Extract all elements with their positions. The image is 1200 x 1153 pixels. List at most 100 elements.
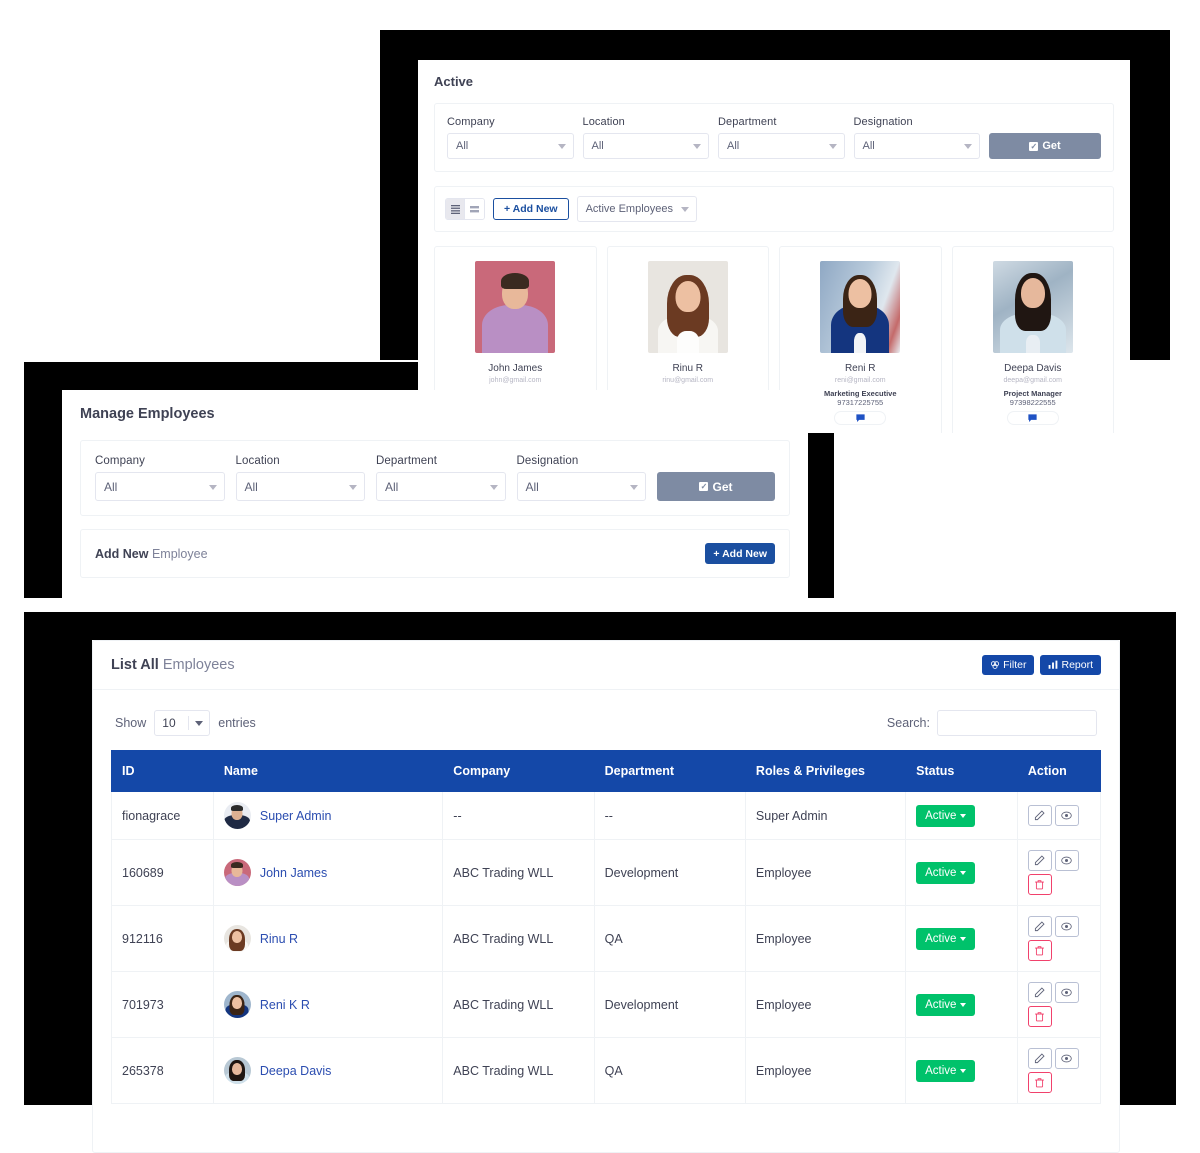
cell-department: Development	[593, 839, 746, 906]
manage-get-button-label: Get	[712, 479, 733, 494]
cell-name: Super Admin	[212, 791, 444, 840]
cell-action	[1016, 791, 1102, 840]
delete-icon[interactable]	[1027, 1072, 1052, 1093]
chevron-down-icon	[960, 936, 967, 941]
active-panel-title: Active	[434, 74, 474, 89]
column-department: Department	[593, 750, 746, 792]
manage-filter-location-select[interactable]: All	[235, 472, 365, 501]
list-view-icon[interactable]	[446, 199, 465, 219]
view-icon[interactable]	[1054, 1048, 1079, 1069]
table-body: fionagrace Super Admin -- -- Super Admin…	[111, 791, 1102, 1104]
status-badge[interactable]: Active	[916, 804, 976, 827]
add-new-employee-button[interactable]: + Add New	[705, 543, 775, 564]
add-new-employee-label-bold: Add New	[95, 546, 149, 561]
employee-card[interactable]: Deepa Davis deepa@gmail.com Project Mana…	[951, 246, 1114, 433]
employee-email: deepa@gmail.com	[1003, 377, 1062, 384]
manage-get-button[interactable]: ✓ Get	[657, 472, 775, 501]
cell-status: Active	[905, 971, 1018, 1038]
get-button-label: Get	[1042, 140, 1061, 152]
edit-icon[interactable]	[1027, 850, 1052, 871]
status-badge[interactable]: Active	[916, 861, 976, 884]
filter-designation: Designation All	[853, 116, 980, 159]
add-new-employee-label: Add New Employee	[95, 547, 208, 561]
employee-email: rinu@gmail.com	[662, 377, 714, 384]
table-row: 265378 Deepa Davis ABC Trading WLL QA Em…	[111, 1037, 1102, 1104]
employee-name-link[interactable]: Reni K R	[260, 998, 310, 1012]
delete-icon[interactable]	[1027, 874, 1052, 895]
view-icon[interactable]	[1054, 982, 1079, 1003]
cell-status: Active	[905, 791, 1018, 840]
cell-role: Employee	[744, 905, 907, 972]
status-badge-label: Active	[925, 932, 957, 945]
status-badge[interactable]: Active	[916, 993, 976, 1016]
cell-role: Employee	[744, 839, 907, 906]
show-label: Show	[115, 716, 147, 730]
add-new-button[interactable]: + Add New	[493, 198, 569, 220]
manage-filter-designation-select[interactable]: All	[516, 472, 646, 501]
employee-photo	[647, 261, 728, 353]
active-toolbar: + Add New Active Employees	[434, 186, 1114, 232]
manage-filter-company-select[interactable]: All	[95, 472, 225, 501]
manage-filter-department-value: All	[385, 479, 399, 494]
list-panel-title: List All Employees	[111, 657, 235, 673]
table-row: 160689 John James ABC Trading WLL Develo…	[111, 839, 1102, 906]
list-header: List All Employees Filter Report	[93, 641, 1119, 690]
filter-company-select[interactable]: All	[447, 133, 574, 159]
cell-name: John James	[212, 839, 444, 906]
status-badge[interactable]: Active	[916, 1059, 976, 1082]
view-icon[interactable]	[1054, 805, 1079, 826]
active-filter-bar: Company All Location All Department All	[434, 103, 1114, 172]
manage-filter-department-select[interactable]: All	[376, 472, 506, 501]
employee-name-link[interactable]: John James	[260, 866, 327, 880]
filter-department-select[interactable]: All	[718, 133, 845, 159]
edit-icon[interactable]	[1027, 916, 1052, 937]
employee-name-link[interactable]: Deepa Davis	[260, 1064, 332, 1078]
entries-label: entries	[218, 716, 256, 730]
chevron-down-icon	[489, 484, 498, 490]
cell-role: Employee	[744, 971, 907, 1038]
manage-filter-company-value: All	[104, 479, 118, 494]
table-controls: Show 10 entries Search:	[93, 690, 1119, 750]
avatar	[223, 802, 251, 829]
employee-name-link[interactable]: Super Admin	[260, 809, 332, 823]
table-row: 912116 Rinu R ABC Trading WLL QA Employe…	[111, 905, 1102, 972]
column-status: Status	[905, 750, 1018, 792]
chevron-down-icon	[693, 144, 701, 149]
report-icon	[1049, 660, 1058, 669]
get-button[interactable]: ✓ Get	[989, 133, 1101, 159]
filter-button-label: Filter	[1003, 659, 1027, 671]
edit-icon[interactable]	[1027, 1048, 1052, 1069]
employee-name: John James	[488, 363, 543, 374]
edit-icon[interactable]	[1027, 982, 1052, 1003]
filter-company-value: All	[456, 140, 469, 152]
filter-designation-select[interactable]: All	[853, 133, 980, 159]
filter-button[interactable]: Filter	[982, 655, 1035, 675]
page-length-select[interactable]: 10	[154, 710, 211, 736]
cell-status: Active	[905, 905, 1018, 972]
status-badge[interactable]: Active	[916, 927, 976, 950]
message-button[interactable]	[834, 411, 887, 425]
avatar	[223, 925, 251, 952]
view-icon[interactable]	[1054, 850, 1079, 871]
cell-department: Development	[593, 971, 746, 1038]
employee-name-link[interactable]: Rinu R	[260, 932, 298, 946]
chat-icon	[856, 413, 865, 422]
employee-status-select[interactable]: Active Employees	[576, 196, 697, 222]
edit-icon[interactable]	[1027, 805, 1052, 826]
grid-view-icon[interactable]	[465, 199, 484, 219]
cell-role: Employee	[744, 1037, 907, 1104]
cell-id: 912116	[111, 905, 214, 972]
message-button[interactable]	[1006, 411, 1059, 425]
cell-role: Super Admin	[744, 791, 907, 840]
delete-icon[interactable]	[1027, 940, 1052, 961]
report-button[interactable]: Report	[1040, 655, 1101, 675]
manage-filter-company: Company All	[95, 455, 225, 501]
delete-icon[interactable]	[1027, 1006, 1052, 1027]
cell-action	[1016, 905, 1102, 972]
filter-location-select[interactable]: All	[582, 133, 709, 159]
search-input[interactable]	[937, 710, 1097, 736]
add-new-employee-bar: Add New Employee + Add New	[80, 529, 790, 578]
chevron-down-icon	[208, 484, 217, 490]
view-icon[interactable]	[1054, 916, 1079, 937]
table-head: ID Name Company Department Roles & Privi…	[111, 750, 1102, 792]
